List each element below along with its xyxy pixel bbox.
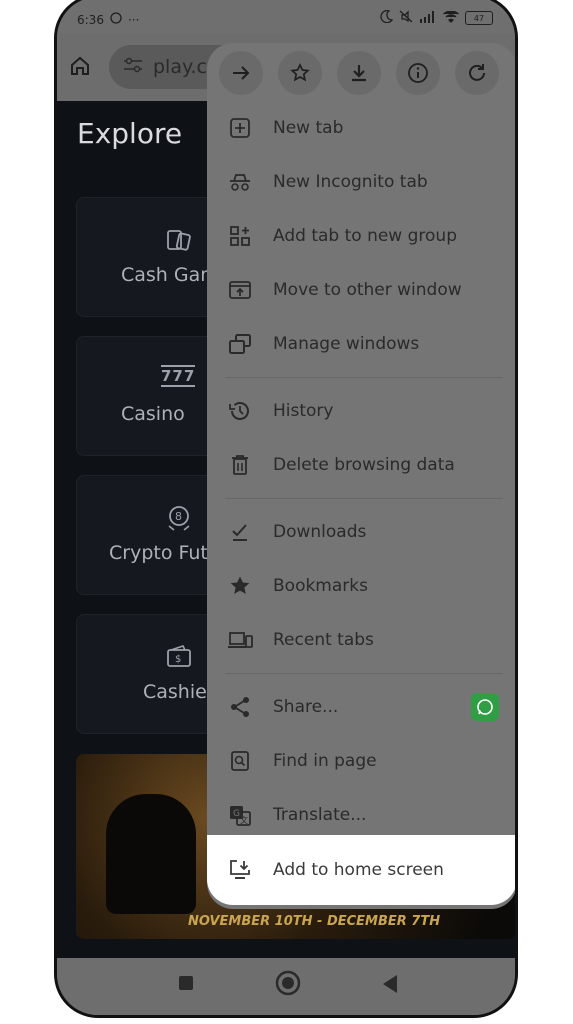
banner-dates: NOVEMBER 10TH - DECEMBER 7TH: [188, 914, 441, 929]
share-icon: [227, 694, 253, 720]
menu-item-downloads[interactable]: Downloads: [207, 505, 515, 559]
menu-item-manage-windows[interactable]: Manage windows: [207, 317, 515, 371]
menu-item-translate[interactable]: G文 Translate...: [207, 788, 515, 842]
menu-item-label: Downloads: [273, 522, 367, 542]
browser-overflow-menu: New tab New Incognito tab Add tab to new…: [207, 43, 515, 909]
slot-777-icon: 777: [161, 365, 196, 387]
wallet-icon: $: [165, 643, 193, 675]
banner-figure: [106, 794, 196, 914]
add-to-home-icon: [227, 857, 253, 883]
home-button[interactable]: [275, 970, 301, 1000]
svg-text:G: G: [233, 809, 240, 819]
card-label: Cash Gan: [121, 264, 213, 286]
incognito-icon: [227, 169, 253, 195]
menu-item-label: Add to home screen: [273, 860, 444, 880]
menu-item-label: New Incognito tab: [273, 172, 428, 192]
tab-group-icon: [227, 223, 253, 249]
menu-divider: [225, 498, 503, 499]
menu-item-move-to-other-window[interactable]: Move to other window: [207, 263, 515, 317]
menu-item-new-tab[interactable]: New tab: [207, 101, 515, 155]
menu-item-label: Add tab to new group: [273, 226, 457, 246]
menu-item-label: History: [273, 401, 334, 421]
menu-item-history[interactable]: History: [207, 384, 515, 438]
home-icon[interactable]: [69, 55, 91, 81]
download-icon[interactable]: [337, 51, 381, 95]
reload-icon[interactable]: [455, 51, 499, 95]
translate-icon: G文: [227, 802, 253, 828]
menu-item-label: Move to other window: [273, 280, 462, 300]
menu-item-delete-browsing-data[interactable]: Delete browsing data: [207, 438, 515, 492]
menu-item-label: Share...: [273, 697, 339, 717]
wifi-icon: [443, 9, 459, 26]
menu-item-find-in-page[interactable]: Find in page: [207, 734, 515, 788]
bookmark-star-icon[interactable]: [278, 51, 322, 95]
battery-icon: 47: [465, 11, 493, 25]
new-tab-icon: [227, 115, 253, 141]
mute-icon: [399, 10, 413, 26]
menu-item-add-to-home-screen[interactable]: Add to home screen: [207, 835, 515, 905]
crypto-coin-icon: 8: [165, 504, 193, 536]
dnd-moon-icon: [380, 10, 394, 26]
menu-divider: [225, 673, 503, 674]
manage-windows-icon: [227, 331, 253, 357]
svg-text:文: 文: [240, 815, 248, 825]
cards-icon: [165, 226, 193, 258]
trash-icon: [227, 452, 253, 478]
menu-item-bookmarks[interactable]: Bookmarks: [207, 559, 515, 613]
whatsapp-notification-icon: [110, 12, 122, 27]
menu-item-share[interactable]: Share...: [207, 680, 515, 734]
history-icon: [227, 398, 253, 424]
forward-icon[interactable]: [219, 51, 263, 95]
menu-item-label: Delete browsing data: [273, 455, 455, 475]
info-icon[interactable]: [396, 51, 440, 95]
move-window-icon: [227, 277, 253, 303]
site-settings-icon[interactable]: [123, 56, 143, 78]
menu-top-actions: [207, 43, 515, 103]
page-title: Explore: [77, 117, 183, 150]
menu-item-label: Recent tabs: [273, 630, 374, 650]
menu-item-label: New tab: [273, 118, 344, 138]
phone-frame: 6:36 ··· 47 play.co Explore Cash Gan 777…: [54, 0, 518, 1018]
recent-tabs-icon: [227, 627, 253, 653]
svg-text:8: 8: [175, 510, 182, 523]
whatsapp-share-icon[interactable]: [471, 693, 499, 721]
menu-item-label: Bookmarks: [273, 576, 368, 596]
menu-item-add-tab-to-group[interactable]: Add tab to new group: [207, 209, 515, 263]
status-bar: 6:36 ··· 47: [57, 0, 515, 33]
card-label: Casino: [121, 403, 185, 425]
menu-item-label: Find in page: [273, 751, 377, 771]
card-label: Crypto Fut: [109, 542, 208, 564]
card-label: Cashie: [143, 681, 207, 703]
menu-divider: [225, 377, 503, 378]
status-time: 6:36: [77, 12, 104, 27]
find-in-page-icon: [227, 748, 253, 774]
menu-item-recent-tabs[interactable]: Recent tabs: [207, 613, 515, 667]
menu-item-new-incognito-tab[interactable]: New Incognito tab: [207, 155, 515, 209]
recents-button[interactable]: [177, 974, 195, 996]
menu-item-label: Translate...: [273, 805, 367, 825]
menu-item-label: Manage windows: [273, 334, 420, 354]
signal-icon: [419, 10, 437, 26]
back-button[interactable]: [381, 974, 399, 998]
star-icon: [227, 573, 253, 599]
svg-text:$: $: [175, 654, 181, 665]
more-notifications-icon: ···: [127, 12, 140, 27]
system-nav-bar: [57, 958, 515, 1015]
downloads-icon: [227, 519, 253, 545]
